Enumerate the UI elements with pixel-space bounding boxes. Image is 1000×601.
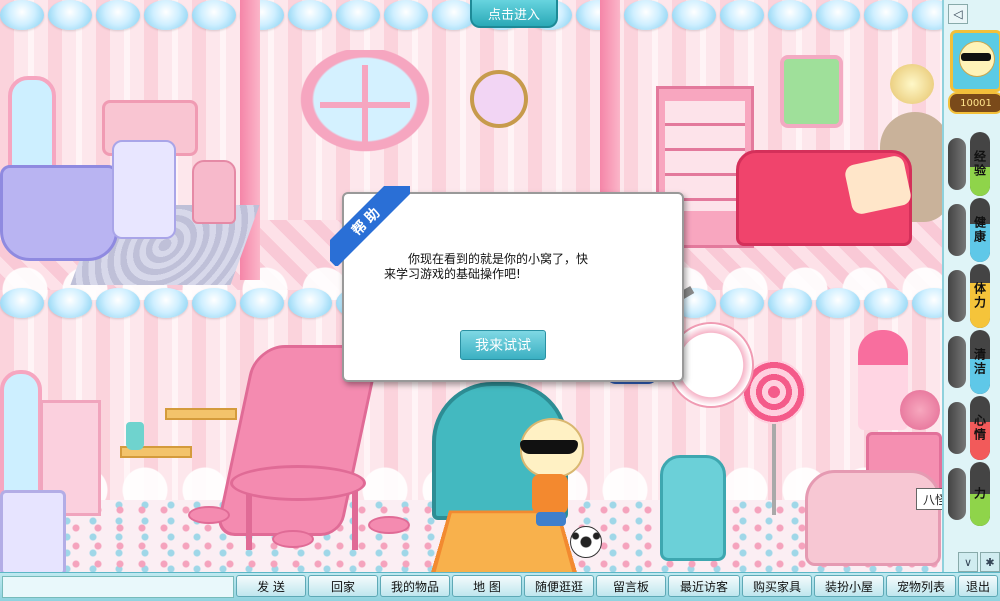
bubble-decoration: [96, 288, 140, 318]
avatar-portrait[interactable]: [950, 30, 1000, 92]
bathtub[interactable]: [0, 165, 118, 261]
bottom-menu: 发 送 回家 我的物品 地 图 随便逛逛 留言板 最近访客 购买家具 装扮小屋 …: [0, 572, 1000, 601]
stat-gauge[interactable]: 经验: [970, 132, 990, 196]
stat-gauge[interactable]: 体力: [970, 264, 990, 328]
gauge-knob: [948, 468, 966, 520]
bubble-decoration: [144, 0, 188, 30]
decorate-house-button[interactable]: 装扮小屋: [814, 575, 884, 597]
gauge-knob: [948, 336, 966, 388]
enter-button[interactable]: 点击进入: [470, 0, 558, 28]
stat-gauge[interactable]: 力: [970, 462, 990, 526]
status-sidebar: ◁ 10001 经验健康体力清洁心情力 ∨ ✱: [942, 0, 1000, 572]
stat-gauge[interactable]: 心情: [970, 396, 990, 460]
bubble-decoration: [384, 0, 428, 30]
bubble-decoration: [720, 0, 764, 30]
try-it-button[interactable]: 我来试试: [460, 330, 546, 360]
sunglasses-icon: [520, 440, 578, 454]
stat-label: 力: [972, 487, 987, 501]
pet-list-button[interactable]: 宠物列表: [886, 575, 956, 597]
gauge-knob: [948, 138, 966, 190]
football[interactable]: [570, 526, 602, 558]
bubble-decoration: [768, 288, 812, 318]
bubble-decoration: [144, 288, 188, 318]
robot-trashcan[interactable]: [660, 455, 726, 561]
lollipop-stick: [772, 420, 776, 515]
gauge-knob: [948, 270, 966, 322]
bubble-decoration: [816, 0, 860, 30]
bubble-decoration: [288, 0, 332, 30]
stat-label: 体力: [972, 282, 987, 310]
avatar-pants: [536, 512, 566, 526]
send-button[interactable]: 发 送: [236, 575, 306, 597]
stat-gauge[interactable]: 清洁: [970, 330, 990, 394]
heart-window[interactable]: [290, 50, 440, 160]
message-board-button[interactable]: 留言板: [596, 575, 666, 597]
chat-input[interactable]: [2, 576, 234, 598]
help-message: 你现在看到的就是你的小窝了，快来学习游戏的基础操作吧!: [384, 252, 589, 281]
bubble-decoration: [768, 0, 812, 30]
player-avatar[interactable]: [516, 418, 586, 530]
sunglasses-icon: [961, 53, 991, 61]
bubble-decoration: [96, 0, 140, 30]
stat-gauge[interactable]: 健康: [970, 198, 990, 262]
collapse-icon[interactable]: ◁: [948, 4, 968, 24]
bubble-decoration: [288, 288, 332, 318]
arched-window-lower[interactable]: [0, 370, 42, 498]
bubble-decoration: [912, 0, 942, 30]
bubble-decoration: [864, 0, 908, 30]
bubble-decoration: [720, 288, 764, 318]
picture-frame[interactable]: [780, 55, 843, 128]
wander-button[interactable]: 随便逛逛: [524, 575, 594, 597]
pin-icon[interactable]: ✱: [980, 552, 1000, 572]
gauge-knob: [948, 204, 966, 256]
bubble-decoration: [816, 288, 860, 318]
bubble-decoration: [912, 288, 942, 318]
bubble-decoration: [672, 0, 716, 30]
stat-label: 健康: [972, 216, 987, 244]
stat-label: 经验: [972, 150, 987, 178]
bathtub-lower[interactable]: [0, 490, 66, 572]
toilet[interactable]: [192, 160, 236, 224]
wall-lamp[interactable]: [890, 64, 934, 104]
bubble-decoration: [240, 288, 284, 318]
stat-label: 心情: [972, 414, 987, 442]
bubble-decoration: [0, 288, 44, 318]
stat-label: 清洁: [972, 348, 987, 376]
coin-balance: 10001: [948, 92, 1000, 114]
bubble-decoration: [0, 0, 44, 30]
chevron-down-icon[interactable]: ∨: [958, 552, 978, 572]
bubble-decoration: [48, 0, 92, 30]
wall-shelf[interactable]: [165, 408, 237, 420]
bubble-decoration: [192, 0, 236, 30]
help-ribbon-label: 帮助: [330, 186, 410, 266]
buy-furniture-button[interactable]: 购买家具: [742, 575, 812, 597]
my-items-button[interactable]: 我的物品: [380, 575, 450, 597]
bubble-decoration: [192, 288, 236, 318]
recent-visitors-button[interactable]: 最近访客: [668, 575, 740, 597]
map-button[interactable]: 地 图: [452, 575, 522, 597]
bubble-decoration: [624, 0, 668, 30]
stool[interactable]: [368, 516, 410, 534]
home-button[interactable]: 回家: [308, 575, 378, 597]
wall-clock[interactable]: [470, 70, 528, 128]
avatar-shirt: [532, 474, 568, 514]
help-ribbon: 帮助: [330, 186, 410, 266]
gauge-knob: [948, 402, 966, 454]
bubble-decoration: [864, 288, 908, 318]
flower-vase[interactable]: [900, 390, 940, 430]
pink-pillar: [600, 0, 620, 200]
bottle[interactable]: [126, 422, 144, 450]
bubble-decoration: [336, 0, 380, 30]
armchair[interactable]: [805, 470, 941, 566]
stool[interactable]: [272, 530, 314, 548]
washbasin[interactable]: [112, 140, 176, 239]
stool[interactable]: [188, 506, 230, 524]
exit-button[interactable]: 退出: [958, 575, 998, 597]
bubble-decoration: [48, 288, 92, 318]
round-table[interactable]: [230, 465, 366, 501]
